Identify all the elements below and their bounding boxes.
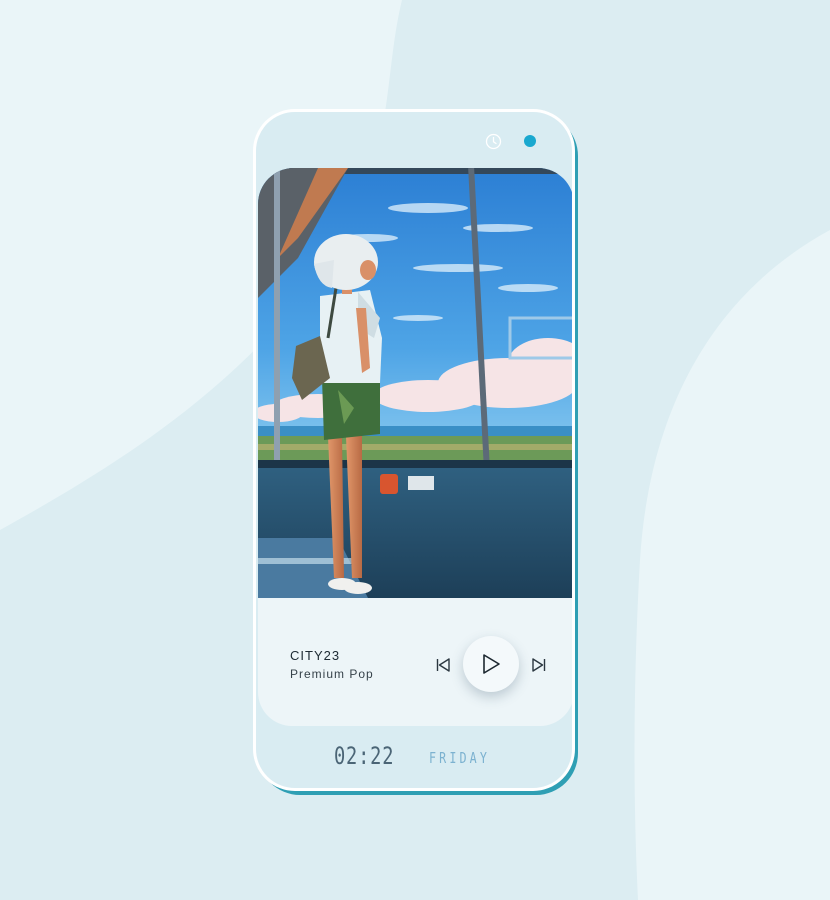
clock-time: 02:22 xyxy=(334,742,395,770)
skip-previous-icon xyxy=(436,658,450,672)
player-card: CITY23 Premium Pop xyxy=(258,598,572,726)
phone-widget: CITY23 Premium Pop 02:22 FRIDAY xyxy=(253,109,575,791)
play-button[interactable] xyxy=(463,636,519,692)
clock-icon[interactable] xyxy=(485,133,502,150)
day-of-week: FRIDAY xyxy=(429,749,490,767)
status-dot xyxy=(524,135,536,147)
next-button[interactable] xyxy=(528,654,550,676)
album-artwork xyxy=(258,168,572,598)
previous-button[interactable] xyxy=(432,654,454,676)
track-title: CITY23 xyxy=(290,648,341,663)
skip-next-icon xyxy=(532,658,546,672)
play-icon xyxy=(483,654,500,674)
track-subtitle: Premium Pop xyxy=(290,667,374,681)
